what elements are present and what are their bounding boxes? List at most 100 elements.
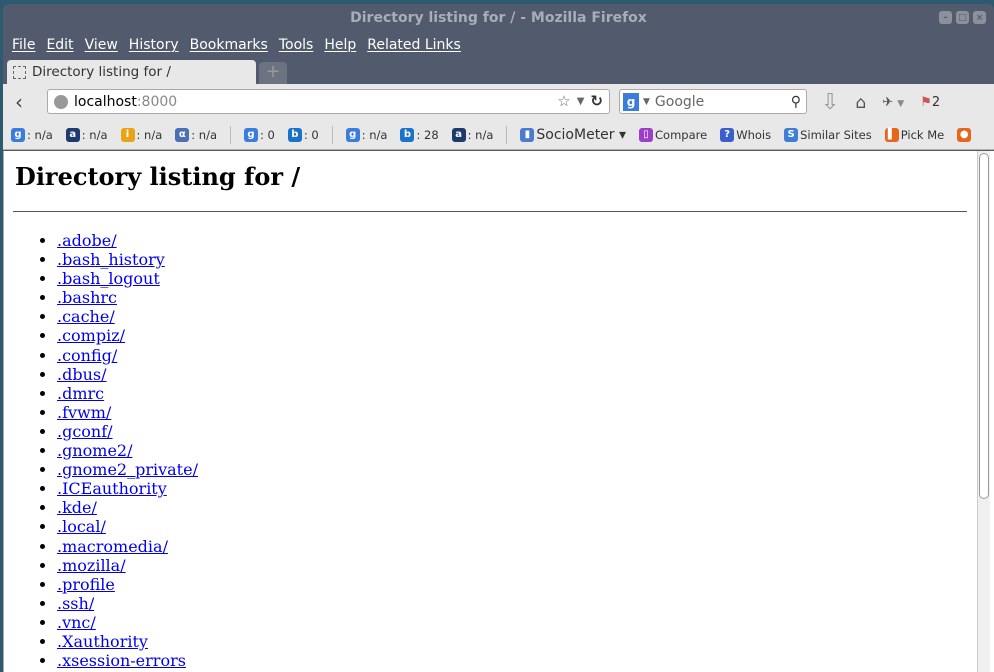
bookmark-item[interactable]: g: 0 — [244, 127, 275, 142]
bookmark-item[interactable]: ● — [957, 127, 973, 142]
file-link[interactable]: .bash_logout — [57, 269, 160, 288]
bookmark-item[interactable]: a: n/a — [451, 127, 494, 142]
toolbar-separator — [230, 125, 231, 144]
file-link[interactable]: .bash_history — [57, 250, 165, 269]
file-link[interactable]: .config/ — [57, 346, 117, 365]
download-icon[interactable]: ⇩ — [821, 90, 839, 115]
close-button[interactable]: × — [973, 11, 986, 24]
navigation-toolbar: ‹ localhost:8000 ☆ ▼ ↻ g ▼ Google ⚲ ⇩ ⌂ ✈ … — [3, 84, 994, 120]
file-link[interactable]: .Xauthority — [57, 632, 148, 651]
menu-view[interactable]: View — [85, 37, 118, 53]
bookmark-label: Similar Sites — [800, 127, 872, 142]
bookmark-item[interactable]: g: n/a — [11, 127, 53, 142]
file-link[interactable]: .cache/ — [57, 307, 115, 326]
home-icon[interactable]: ⌂ — [855, 93, 866, 113]
bookmark-item[interactable]: a: n/a — [65, 127, 108, 142]
toolbar-separator — [331, 125, 333, 144]
file-link[interactable]: .kde/ — [57, 498, 97, 517]
search-icon[interactable]: ⚲ — [791, 94, 801, 110]
bookmark-item[interactable]: ▯ Compare — [639, 127, 708, 142]
bookmark-star-icon[interactable]: ☆ — [557, 92, 570, 112]
engine-dropdown-icon[interactable]: ▼ — [643, 97, 650, 107]
search-input[interactable]: Google — [655, 94, 704, 110]
back-button[interactable]: ‹ — [15, 90, 43, 114]
list-item: .Xauthority — [57, 632, 969, 651]
file-link[interactable]: .gconf/ — [57, 422, 113, 441]
bookmark-item[interactable]: S Similar Sites — [784, 127, 872, 142]
list-item: .bash_history — [57, 250, 969, 269]
alexa-rank-icon: a — [451, 127, 466, 142]
vertical-scrollbar[interactable] — [977, 151, 990, 672]
list-item: .fvwm/ — [57, 403, 969, 422]
file-link[interactable]: .local/ — [57, 517, 106, 536]
bookmark-label: : 28 — [416, 127, 439, 142]
new-tab-button[interactable]: + — [259, 62, 287, 84]
list-item: .bashrc — [57, 288, 969, 307]
alexa-icon: a — [65, 127, 80, 142]
list-item: .gnome2/ — [57, 441, 969, 460]
menu-tools[interactable]: Tools — [279, 37, 314, 53]
menu-history[interactable]: History — [129, 37, 179, 53]
file-link[interactable]: .bashrc — [57, 288, 117, 307]
file-link[interactable]: .mozilla/ — [57, 556, 126, 575]
addon-icon[interactable]: ✈ ▼ — [882, 95, 904, 110]
search-bar[interactable]: g ▼ Google ⚲ — [619, 89, 807, 114]
bookmark-label: : n/a — [136, 127, 163, 142]
list-item: .compiz/ — [57, 326, 969, 345]
menu-edit[interactable]: Edit — [46, 37, 73, 53]
bookmark-label: Pick Me — [900, 127, 945, 142]
list-item: .vnc/ — [57, 613, 969, 632]
file-link[interactable]: .gnome2/ — [57, 441, 132, 460]
list-item: .ICEauthority — [57, 479, 969, 498]
bookmark-item[interactable]: ▮ SocioMeter ▾ — [520, 127, 626, 143]
toolbar-separator — [506, 125, 508, 144]
file-link[interactable]: .ICEauthority — [57, 479, 167, 498]
bookmark-label: : 0 — [303, 127, 319, 142]
bookmark-label: : n/a — [467, 127, 494, 142]
bookmark-item[interactable]: ? Whois — [720, 127, 771, 142]
file-link[interactable]: .gnome2_private/ — [57, 460, 198, 479]
file-link[interactable]: .profile — [57, 575, 115, 594]
file-link[interactable]: .adobe/ — [57, 231, 117, 250]
file-link[interactable]: .dbus/ — [57, 365, 106, 384]
file-link[interactable]: .xsession-errors — [57, 651, 186, 670]
list-item: .adobe/ — [57, 231, 969, 250]
window-title: Directory listing for / - Mozilla Firefo… — [350, 10, 647, 26]
reload-icon[interactable]: ↻ — [590, 92, 603, 112]
divider — [13, 211, 967, 212]
google-pagerank-icon: g — [11, 127, 25, 142]
whois-icon: ? — [720, 127, 735, 142]
scrollbar-thumb[interactable] — [979, 153, 989, 499]
file-link[interactable]: .vnc/ — [57, 613, 96, 632]
bookmark-label: : n/a — [27, 127, 53, 142]
notification-icon[interactable]: ⚑2 — [920, 95, 940, 110]
maximize-button[interactable]: □ — [956, 11, 969, 24]
menu-bookmarks[interactable]: Bookmarks — [190, 37, 268, 53]
file-link[interactable]: .compiz/ — [57, 326, 125, 345]
url-host: localhost — [74, 93, 137, 110]
menu-help[interactable]: Help — [324, 37, 356, 53]
menu-file[interactable]: File — [12, 37, 35, 53]
bookmark-item[interactable]: g: n/a — [345, 127, 388, 142]
bookmark-item[interactable]: i: n/a — [120, 127, 163, 142]
bookmark-label: Compare — [655, 127, 708, 142]
minimize-button[interactable]: – — [939, 11, 952, 24]
file-link[interactable]: .fvwm/ — [57, 403, 111, 422]
bookmark-item[interactable]: b: 0 — [287, 127, 319, 142]
page-heading: Directory listing for / — [15, 162, 301, 191]
bookmark-item[interactable]: α: n/a — [175, 127, 217, 142]
file-link[interactable]: .dmrc — [57, 384, 104, 403]
url-bar[interactable]: localhost:8000 ☆ ▼ ↻ — [47, 89, 610, 114]
menu-related-links[interactable]: Related Links — [367, 37, 461, 53]
file-link[interactable]: .macromedia/ — [57, 537, 168, 556]
list-item: .dbus/ — [57, 365, 969, 384]
dropdown-icon[interactable]: ▼ — [577, 92, 585, 112]
file-link[interactable]: .ssh/ — [57, 594, 94, 613]
bing-backlinks-icon: b — [400, 127, 415, 142]
menu-bar: File Edit View History Bookmarks Tools Help Rel… — [3, 32, 994, 58]
tab-directory-listing[interactable]: Directory listing for / — [7, 60, 256, 84]
bookmark-item[interactable]: ▌ Pick Me — [884, 127, 945, 142]
bookmark-item[interactable]: b: 28 — [400, 127, 439, 142]
bookmark-label: : n/a — [361, 127, 388, 142]
google-engine-icon[interactable]: g — [623, 92, 639, 111]
